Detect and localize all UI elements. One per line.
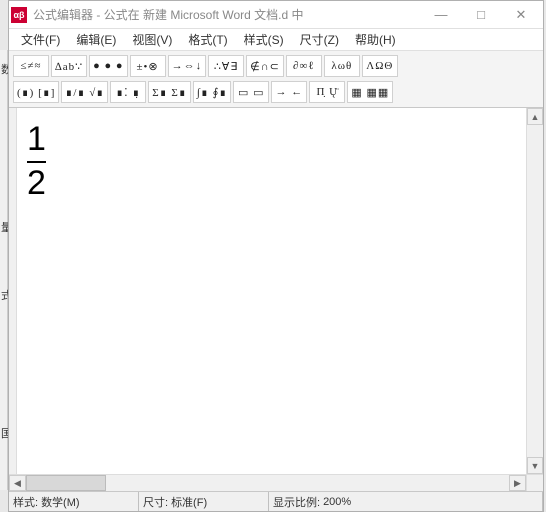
app-icon: αβ [11, 7, 27, 23]
scroll-right-icon[interactable]: ▶ [509, 475, 526, 491]
vertical-ruler [9, 108, 17, 474]
palette-greek-lower[interactable]: λωθ [324, 55, 360, 77]
palette-operators[interactable]: ±•⊗ [130, 55, 166, 77]
scroll-left-icon[interactable]: ◀ [9, 475, 26, 491]
horizontal-scrollbar[interactable]: ◀ ▶ [9, 475, 526, 491]
status-zoom-label: 显示比例: [273, 494, 320, 510]
fraction[interactable]: 1 2 [27, 122, 46, 201]
menu-file[interactable]: 文件(F) [13, 29, 68, 50]
status-size-label: 尺寸: [143, 494, 168, 510]
template-fences[interactable]: (∎) [∎] [13, 81, 59, 103]
palette-misc[interactable]: ∂∞ℓ [286, 55, 322, 77]
equation-canvas[interactable]: 1 2 [17, 108, 526, 474]
status-style[interactable]: 样式: 数学(M) [9, 492, 139, 511]
titlebar[interactable]: αβ 公式编辑器 - 公式在 新建 Microsoft Word 文档.d 中 … [9, 1, 543, 29]
maximize-button[interactable]: □ [461, 2, 501, 28]
scroll-up-icon[interactable]: ▲ [527, 108, 543, 125]
menu-edit[interactable]: 编辑(E) [68, 29, 124, 50]
palette-arrows[interactable]: →⇔↓ [168, 55, 207, 77]
scroll-corner [526, 475, 543, 491]
template-matrices[interactable]: ▦ ▦▦ [347, 81, 393, 103]
cropped-sidebar: 数 量 式 国 [0, 50, 8, 490]
editor-area: 1 2 ▲ ▼ [9, 108, 543, 474]
palette-relational[interactable]: ≤≠≈ [13, 55, 49, 77]
template-products[interactable]: Π̣ Ų̈ [309, 81, 345, 103]
status-size-value: 标准(F) [171, 494, 207, 510]
menu-format[interactable]: 格式(T) [180, 29, 235, 50]
toolbar-row-1: ≤≠≈ ∆ab∵ ● ● ● ±•⊗ →⇔↓ ∴∀∃ ∉∩⊂ ∂∞ℓ λωθ Λ… [9, 53, 543, 79]
minimize-button[interactable]: — [421, 2, 461, 28]
menu-size[interactable]: 尺寸(Z) [292, 29, 347, 50]
menu-style[interactable]: 样式(S) [236, 29, 292, 50]
menu-help[interactable]: 帮助(H) [347, 29, 404, 50]
fraction-numerator[interactable]: 1 [27, 122, 46, 158]
palette-logical[interactable]: ∴∀∃ [208, 55, 244, 77]
menubar: 文件(F) 编辑(E) 视图(V) 格式(T) 样式(S) 尺寸(Z) 帮助(H… [9, 29, 543, 51]
fraction-bar [27, 161, 46, 163]
template-integrals[interactable]: ∫∎ ∮∎ [193, 81, 232, 103]
status-style-value: 数学(M) [41, 494, 80, 510]
scroll-thumb[interactable] [26, 475, 106, 491]
palette-spaces[interactable]: ∆ab∵ [51, 55, 87, 77]
horizontal-scrollbar-area: ◀ ▶ [9, 474, 543, 491]
equation-editor-window: αβ 公式编辑器 - 公式在 新建 Microsoft Word 文档.d 中 … [8, 0, 544, 512]
menu-view[interactable]: 视图(V) [124, 29, 180, 50]
vertical-scrollbar[interactable]: ▲ ▼ [526, 108, 543, 474]
palette-greek-upper[interactable]: ΛΩΘ [362, 55, 398, 77]
scroll-down-icon[interactable]: ▼ [527, 457, 543, 474]
toolbar-row-2: (∎) [∎] ∎/∎ √∎ ∎⁚ ∎̣ Σ∎ Σ∎ ∫∎ ∮∎ ▭ ▭ → ←… [9, 79, 543, 105]
palette-set-theory[interactable]: ∉∩⊂ [246, 55, 284, 77]
status-zoom-value: 200% [323, 496, 351, 508]
fraction-denominator[interactable]: 2 [27, 166, 46, 202]
symbol-toolbar: ≤≠≈ ∆ab∵ ● ● ● ±•⊗ →⇔↓ ∴∀∃ ∉∩⊂ ∂∞ℓ λωθ Λ… [9, 51, 543, 108]
template-fractions[interactable]: ∎/∎ √∎ [61, 81, 108, 103]
template-scripts[interactable]: ∎⁚ ∎̣ [110, 81, 146, 103]
close-button[interactable]: ✕ [501, 2, 541, 28]
scroll-track[interactable] [106, 475, 509, 491]
status-size[interactable]: 尺寸: 标准(F) [139, 492, 269, 511]
template-labeled-arrows[interactable]: → ← [271, 81, 307, 103]
template-sums[interactable]: Σ∎ Σ∎ [148, 81, 191, 103]
statusbar: 样式: 数学(M) 尺寸: 标准(F) 显示比例: 200% [9, 491, 543, 511]
window-title: 公式编辑器 - 公式在 新建 Microsoft Word 文档.d 中 [33, 6, 421, 23]
palette-embellishments[interactable]: ● ● ● [89, 55, 127, 77]
status-style-label: 样式: [13, 494, 38, 510]
template-bars[interactable]: ▭ ▭ [233, 81, 269, 103]
status-zoom[interactable]: 显示比例: 200% [269, 492, 543, 511]
